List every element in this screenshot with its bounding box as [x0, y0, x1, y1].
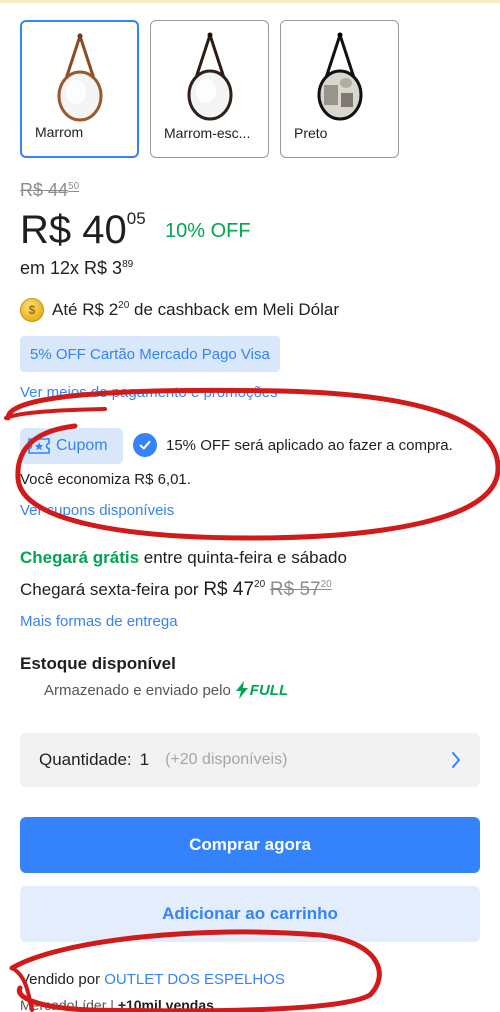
coupon-savings-text: Você economiza R$ 6,01.: [20, 471, 191, 488]
full-logo: FULL: [235, 681, 288, 699]
coupon-check-icon: [133, 433, 157, 457]
coupon-pill-label: Cupom: [56, 437, 108, 454]
variant-label: Preto: [294, 125, 328, 141]
mirror-dark-brown-icon: [151, 31, 268, 126]
available-coupons-link[interactable]: Ver cupons disponíveis: [20, 502, 174, 519]
card-promo-badge[interactable]: 5% OFF Cartão Mercado Pago Visa: [20, 336, 280, 372]
seller-info: Vendido por OUTLET DOS ESPELHOS: [20, 971, 285, 988]
quantity-value: 1: [139, 750, 150, 769]
seller-name-link[interactable]: OUTLET DOS ESPELHOS: [104, 971, 285, 988]
paid-shipping-info: Chegará sexta-feira por R$ 4720 R$ 5720: [20, 579, 332, 600]
ticket-star-icon: [28, 438, 50, 454]
cashback-info: $ Até R$ 220 de cashback em Meli Dólar: [20, 298, 339, 322]
stock-title: Estoque disponível: [20, 654, 176, 673]
installments-info: em 12x R$ 389: [20, 258, 134, 278]
quantity-label: Quantidade:: [39, 750, 132, 769]
add-to-cart-button[interactable]: Adicionar ao carrinho: [20, 886, 480, 942]
quantity-selector[interactable]: Quantidade: 1 (+20 disponíveis): [20, 733, 480, 787]
buy-now-button[interactable]: Comprar agora: [20, 817, 480, 873]
cashback-text: Até R$ 220 de cashback em Meli Dólar: [52, 300, 340, 319]
mirror-black-icon: [281, 31, 398, 126]
variant-selector: Marrom Marrom-esc... Preto: [20, 20, 399, 158]
current-price: R$ 4005: [20, 208, 146, 252]
coupon-applied-text: 15% OFF será aplicado ao fazer a compra.: [166, 437, 453, 454]
free-shipping-info: Chegará grátis entre quinta-feira e sába…: [20, 548, 347, 567]
variant-option-preto[interactable]: Preto: [280, 20, 399, 158]
variant-label: Marrom: [35, 124, 84, 140]
coupon-pill[interactable]: Cupom: [20, 428, 123, 464]
lightning-icon: [235, 681, 248, 699]
quantity-available: (+20 disponíveis): [165, 751, 288, 768]
original-price: R$ 4450: [20, 180, 80, 200]
variant-label: Marrom-esc...: [164, 125, 251, 141]
variant-option-marrom-escuro[interactable]: Marrom-esc...: [150, 20, 269, 158]
mirror-brown-icon: [22, 32, 137, 127]
delivery-options-link[interactable]: Mais formas de entrega: [20, 613, 178, 630]
top-edge-line: [0, 0, 500, 3]
chevron-right-icon: [452, 752, 461, 768]
full-fulfillment-info: Armazenado e enviado pelo FULL: [44, 681, 289, 699]
payment-methods-link[interactable]: Ver meios de pagamento e promoções: [20, 384, 278, 401]
seller-reputation: MercadoLíder | +10mil vendas: [20, 997, 214, 1012]
discount-label: 10% OFF: [165, 220, 251, 242]
variant-option-marrom[interactable]: Marrom: [20, 20, 139, 158]
meli-dolar-coin-icon: $: [20, 298, 44, 322]
